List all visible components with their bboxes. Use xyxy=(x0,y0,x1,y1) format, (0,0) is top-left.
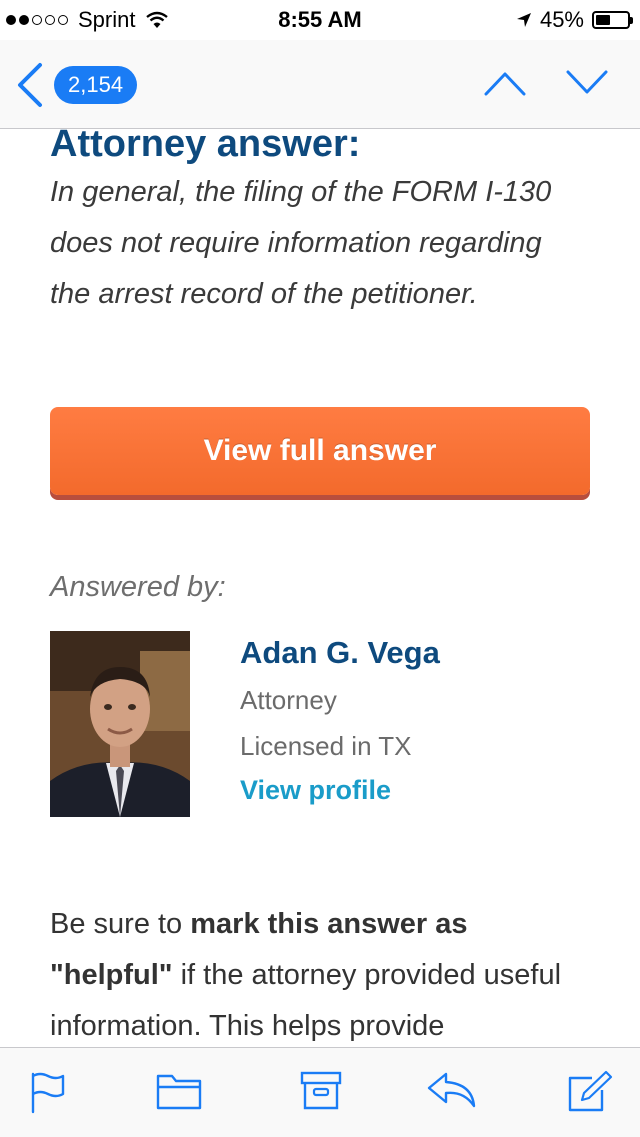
attorney-photo[interactable] xyxy=(50,631,190,817)
next-message-icon[interactable] xyxy=(564,66,610,100)
mail-toolbar xyxy=(0,1047,640,1137)
view-full-answer-button[interactable]: View full answer xyxy=(50,407,590,495)
helpful-note-text: Be sure to xyxy=(50,908,191,940)
battery-fill xyxy=(596,15,610,25)
back-chevron-icon[interactable] xyxy=(14,62,46,108)
helpful-note: Be sure to mark this answer as "helpful" … xyxy=(50,899,610,1047)
helpful-note-bold: mark this answer as xyxy=(190,908,468,940)
compose-icon[interactable] xyxy=(566,1070,614,1114)
reply-icon[interactable] xyxy=(426,1070,478,1110)
status-bar: Sprint 8:55 AM 45% xyxy=(0,0,640,40)
helpful-note-bold: "helpful" xyxy=(50,959,173,991)
mail-nav-bar: 2,154 xyxy=(0,40,640,129)
location-arrow-icon xyxy=(516,13,531,27)
battery-icon xyxy=(592,11,633,29)
email-body[interactable]: Attorney answer: In general, the filing … xyxy=(0,129,640,1047)
attorney-title: Attorney xyxy=(240,685,337,715)
status-right-group: 45% xyxy=(516,7,633,33)
answer-heading: Attorney answer: xyxy=(50,129,361,165)
view-profile-link[interactable]: View profile xyxy=(240,775,391,806)
attorney-license: Licensed in TX xyxy=(240,731,412,761)
attorney-name[interactable]: Adan G. Vega xyxy=(240,635,440,671)
archive-icon[interactable] xyxy=(300,1070,342,1110)
flag-icon[interactable] xyxy=(30,1070,66,1114)
answer-text: In general, the filing of the FORM I-130… xyxy=(50,176,552,310)
inbox-count-badge[interactable]: 2,154 xyxy=(54,66,138,104)
battery-percent: 45% xyxy=(539,7,584,32)
answered-by-label: Answered by: xyxy=(50,571,226,603)
previous-message-icon[interactable] xyxy=(482,66,528,100)
folder-icon[interactable] xyxy=(156,1070,202,1110)
